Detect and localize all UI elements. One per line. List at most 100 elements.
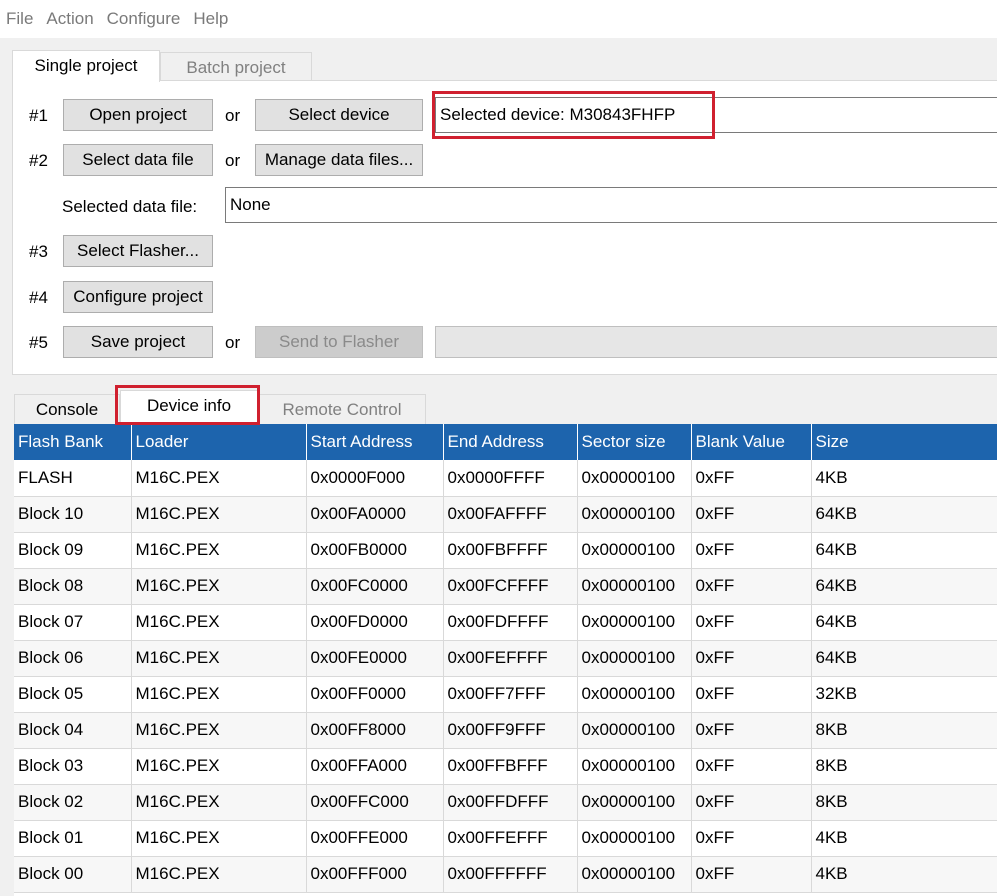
table-row[interactable]: Block 02 M16C.PEX 0x00FFC000 0x00FFDFFF 0x00… [14,784,997,821]
size-header[interactable]: Size [811,424,997,460]
open-project-button[interactable]: Open project [63,99,213,131]
end-address-cell: 0x00FCFFFF [443,568,578,605]
select-data-file-button[interactable]: Select data file [63,144,213,176]
flash-bank-header[interactable]: Flash Bank [14,424,132,460]
sector-size-cell: 0x00000100 [577,640,692,677]
step-5-label: #5 [29,333,48,352]
menu-file[interactable]: File [6,9,33,29]
end-address-cell: 0x00FEFFFF [443,640,578,677]
table-row[interactable]: Block 07 M16C.PEX 0x00FD0000 0x00FDFFFF 0x00… [14,604,997,641]
loader-cell: M16C.PEX [131,496,307,533]
start-address-cell: 0x00FB0000 [306,532,444,569]
size-cell: 8KB [811,712,997,749]
loader-header[interactable]: Loader [131,424,307,460]
blank-value-header[interactable]: Blank Value [691,424,812,460]
blank-value-cell: 0xFF [691,784,812,821]
or-label: or [225,151,241,170]
end-address-cell: 0x0000FFFF [443,460,578,497]
device-info-highlight-box [115,385,260,425]
loader-cell: M16C.PEX [131,676,307,713]
selected-data-file-field[interactable]: None [225,187,997,223]
table-row[interactable]: Block 04 M16C.PEX 0x00FF8000 0x00FF9FFF 0x00… [14,712,997,749]
start-address-cell: 0x00FFA000 [306,748,444,785]
end-address-cell: 0x00FFEFFF [443,820,578,857]
end-address-cell: 0x00FAFFFF [443,496,578,533]
table-row[interactable]: Block 08 M16C.PEX 0x00FC0000 0x00FCFFFF 0x00… [14,568,997,605]
tab-remote-control[interactable]: Remote Control [258,394,426,424]
size-cell: 4KB [811,856,997,893]
send-to-flasher-button[interactable]: Send to Flasher [255,326,423,358]
loader-cell: M16C.PEX [131,820,307,857]
flash-bank-cell: Block 05 [14,676,132,713]
size-cell: 64KB [811,640,997,677]
end-address-cell: 0x00FBFFFF [443,532,578,569]
table-row[interactable]: Block 03 M16C.PEX 0x00FFA000 0x00FFBFFF 0x00… [14,748,997,785]
project-panel: Single project Batch project #1 Open pro… [0,38,997,380]
manage-data-files-button[interactable]: Manage data files... [255,144,423,176]
table-row[interactable]: Block 06 M16C.PEX 0x00FE0000 0x00FEFFFF 0x00… [14,640,997,677]
blank-value-cell: 0xFF [691,640,812,677]
end-address-header[interactable]: End Address [443,424,578,460]
size-cell: 32KB [811,676,997,713]
menu-bar: File Action Configure Help [0,0,997,38]
size-cell: 4KB [811,820,997,857]
table-row[interactable]: Block 05 M16C.PEX 0x00FF0000 0x00FF7FFF 0x00… [14,676,997,713]
blank-value-cell: 0xFF [691,604,812,641]
step-4-label: #4 [29,288,48,307]
sector-size-cell: 0x00000100 [577,712,692,749]
table-row[interactable]: Block 10 M16C.PEX 0x00FA0000 0x00FAFFFF 0x00… [14,496,997,533]
table-row[interactable]: Block 01 M16C.PEX 0x00FFE000 0x00FFEFFF 0x00… [14,820,997,857]
configure-project-button[interactable]: Configure project [63,281,213,313]
blank-value-cell: 0xFF [691,712,812,749]
sector-size-cell: 0x00000100 [577,568,692,605]
start-address-cell: 0x00FC0000 [306,568,444,605]
start-address-cell: 0x00FF0000 [306,676,444,713]
menu-help[interactable]: Help [193,9,228,29]
blank-value-cell: 0xFF [691,748,812,785]
sector-size-cell: 0x00000100 [577,820,692,857]
or-label: or [225,106,241,125]
sector-size-header[interactable]: Sector size [577,424,692,460]
sector-size-cell: 0x00000100 [577,532,692,569]
end-address-cell: 0x00FFDFFF [443,784,578,821]
end-address-cell: 0x00FFBFFF [443,748,578,785]
selected-data-file-label: Selected data file: [62,197,198,216]
table-row[interactable]: Block 00 M16C.PEX 0x00FFF000 0x00FFFFFF 0x00… [14,856,997,893]
device-info-table: Flash Bank Loader Start Address End Address… [14,424,997,896]
blank-value-cell: 0xFF [691,676,812,713]
start-address-header[interactable]: Start Address [306,424,444,460]
size-cell: 64KB [811,496,997,533]
start-address-cell: 0x00FFC000 [306,784,444,821]
tab-single-project[interactable]: Single project [12,50,160,82]
flash-bank-cell: Block 04 [14,712,132,749]
table-header-row: Flash Bank Loader Start Address End Address… [14,424,997,460]
sector-size-cell: 0x00000100 [577,496,692,533]
sector-size-cell: 0x00000100 [577,856,692,893]
save-project-button[interactable]: Save project [63,326,213,358]
end-address-cell: 0x00FF9FFF [443,712,578,749]
tab-batch-project[interactable]: Batch project [160,52,312,82]
table-row[interactable]: Block 09 M16C.PEX 0x00FB0000 0x00FBFFFF 0x00… [14,532,997,569]
blank-value-cell: 0xFF [691,568,812,605]
start-address-cell: 0x00FA0000 [306,496,444,533]
size-cell: 64KB [811,568,997,605]
blank-value-cell: 0xFF [691,856,812,893]
menu-action[interactable]: Action [46,9,93,29]
step-1-label: #1 [29,106,48,125]
sector-size-cell: 0x00000100 [577,676,692,713]
flash-bank-cell: Block 00 [14,856,132,893]
start-address-cell: 0x0000F000 [306,460,444,497]
loader-cell: M16C.PEX [131,784,307,821]
flash-bank-cell: Block 08 [14,568,132,605]
flash-bank-cell: Block 01 [14,820,132,857]
select-device-button[interactable]: Select device [255,99,423,131]
blank-value-cell: 0xFF [691,820,812,857]
table-row[interactable]: FLASH M16C.PEX 0x0000F000 0x0000FFFF 0x00000… [14,460,997,497]
menu-configure[interactable]: Configure [107,9,181,29]
start-address-cell: 0x00FD0000 [306,604,444,641]
flash-bank-cell: Block 07 [14,604,132,641]
select-flasher-button[interactable]: Select Flasher... [63,235,213,267]
tab-console[interactable]: Console [14,394,120,424]
start-address-cell: 0x00FF8000 [306,712,444,749]
loader-cell: M16C.PEX [131,712,307,749]
